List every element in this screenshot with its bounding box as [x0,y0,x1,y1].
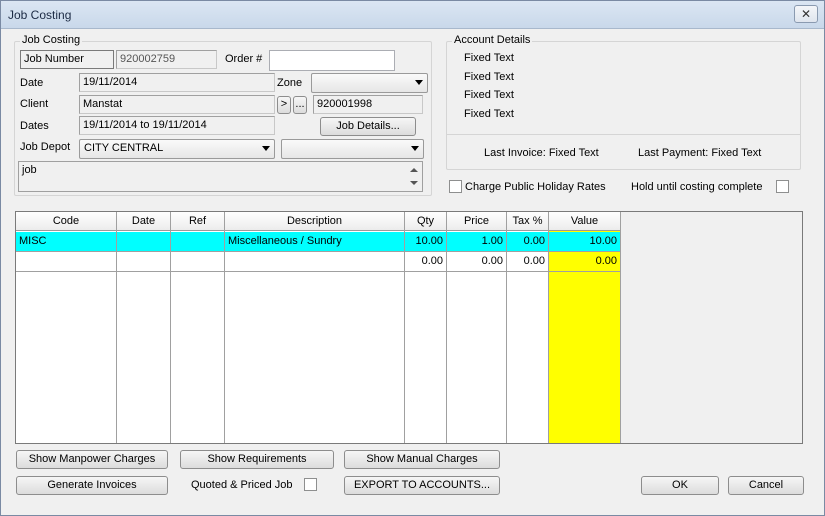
table-cell-ref[interactable] [171,232,225,252]
last-invoice-text: Last Invoice: Fixed Text [484,147,599,159]
window-title: Job Costing [8,8,72,22]
quoted-priced-label: Quoted & Priced Job [191,479,293,491]
column-header-ref[interactable]: Ref [171,212,225,231]
zone-select[interactable] [311,73,428,93]
show-manual-charges-button[interactable]: Show Manual Charges [344,450,500,469]
job-depot-secondary-select[interactable] [281,139,424,159]
grid-empty-area [621,212,802,443]
account-details-group-title: Account Details [452,34,533,46]
client-code-field: 920001998 [313,95,423,114]
column-header-tax[interactable]: Tax % [507,212,549,231]
client-field: Manstat [79,95,275,114]
quoted-priced-checkbox[interactable] [304,478,317,491]
date-label: Date [20,77,44,89]
column-header-value[interactable]: Value [549,212,621,231]
order-input[interactable] [269,50,395,71]
job-depot-select[interactable]: CITY CENTRAL [79,139,275,159]
client-browse-button[interactable]: ... [293,96,307,114]
generate-invoices-button[interactable]: Generate Invoices [16,476,168,495]
show-manpower-charges-button[interactable]: Show Manpower Charges [16,450,168,469]
account-divider [447,134,800,135]
title-bar: Job Costing ✕ [1,1,824,29]
notes-scrollbar[interactable] [406,162,422,191]
scroll-down-icon [410,181,418,185]
table-cell-price[interactable]: 0.00 [447,252,507,272]
table-cell-value[interactable]: 10.00 [549,232,621,252]
chevron-down-icon [411,146,419,151]
job-number-field: 920002759 [116,50,217,69]
client-next-button[interactable]: > [277,96,291,114]
column-header-price[interactable]: Price [447,212,507,231]
charge-public-holiday-checkbox[interactable] [449,180,462,193]
table-cell-ref[interactable] [171,252,225,272]
date-field: 19/11/2014 [79,73,275,92]
ok-button[interactable]: OK [641,476,719,495]
job-details-button[interactable]: Job Details... [320,117,416,136]
column-header-date[interactable]: Date [117,212,171,231]
column-header-description[interactable]: Description [225,212,405,231]
table-cell-value[interactable]: 0.00 [549,252,621,272]
show-requirements-button[interactable]: Show Requirements [180,450,334,469]
last-payment-text: Last Payment: Fixed Text [638,147,762,159]
cancel-button[interactable]: Cancel [728,476,804,495]
column-header-code[interactable]: Code [16,212,117,231]
charge-public-holiday-label: Charge Public Holiday Rates [465,181,606,193]
account-detail-line: Fixed Text [464,52,514,64]
client-label: Client [20,98,49,110]
export-to-accounts-button[interactable]: EXPORT TO ACCOUNTS... [344,476,500,495]
account-detail-line: Fixed Text [464,89,514,101]
hold-until-costing-checkbox[interactable] [776,180,789,193]
table-cell-price[interactable]: 1.00 [447,232,507,252]
table-cell-date[interactable] [117,232,171,252]
job-costing-group-title: Job Costing [20,34,83,46]
account-detail-line: Fixed Text [464,108,514,120]
close-icon: ✕ [800,7,812,21]
table-cell-description[interactable] [225,252,405,272]
ellipsis-icon: ... [295,98,305,110]
column-header-qty[interactable]: Qty [405,212,447,231]
table-cell-description[interactable]: Miscellaneous / Sundry [225,232,405,252]
table-cell-qty[interactable]: 10.00 [405,232,447,252]
chevron-down-icon [262,146,270,151]
table-cell-date[interactable] [117,252,171,272]
table-cell-tax[interactable]: 0.00 [507,252,549,272]
account-detail-line: Fixed Text [464,71,514,83]
job-number-label: Job Number [20,50,114,69]
hold-until-costing-label: Hold until costing complete [631,181,763,193]
job-notes-memo[interactable]: job [18,161,423,192]
costing-grid[interactable]: Code Date Ref Description Qty Price Tax … [15,211,803,444]
zone-label: Zone [277,77,303,89]
order-label: Order # [225,53,263,65]
close-button[interactable]: ✕ [794,5,818,23]
dates-field: 19/11/2014 to 19/11/2014 [79,116,275,135]
table-cell-code[interactable] [16,252,117,272]
table-cell-qty[interactable]: 0.00 [405,252,447,272]
table-cell-code[interactable]: MISC [16,232,117,252]
job-costing-window: Job Costing ✕ Job Costing Job Number 920… [0,0,825,516]
chevron-right-icon: > [280,98,288,110]
chevron-down-icon [415,80,423,85]
dates-label: Dates [20,120,49,132]
job-depot-label: Job Depot [20,141,71,153]
table-cell-tax[interactable]: 0.00 [507,232,549,252]
scroll-up-icon [410,168,418,172]
